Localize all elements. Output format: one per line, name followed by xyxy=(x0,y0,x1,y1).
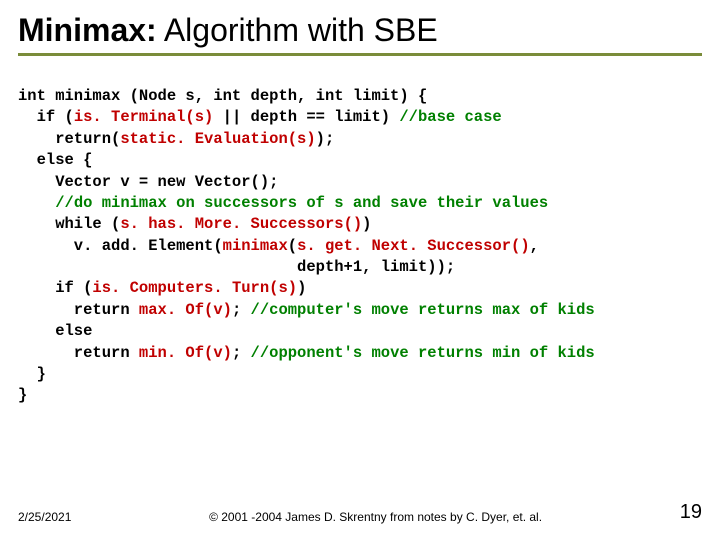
footer-copyright: © 2001 -2004 James D. Skrentny from note… xyxy=(71,510,679,524)
code-token: return xyxy=(18,344,139,362)
code-line: else { xyxy=(18,151,92,169)
slide-title: Minimax: Algorithm with SBE xyxy=(18,12,702,49)
title-bold: Minimax: xyxy=(18,12,157,48)
code-line: int minimax (Node s, int depth, int limi… xyxy=(18,87,427,105)
code-token: min. Of(v) xyxy=(139,344,232,362)
code-token: s. has. More. Successors() xyxy=(120,215,362,233)
code-block: int minimax (Node s, int depth, int limi… xyxy=(18,86,702,407)
code-token: is. Terminal(s) xyxy=(74,108,214,126)
code-token: ; xyxy=(232,344,251,362)
code-token: ; xyxy=(232,301,251,319)
slide: Minimax: Algorithm with SBE int minimax … xyxy=(0,0,720,540)
code-comment: //base case xyxy=(399,108,501,126)
footer-page-number: 19 xyxy=(680,501,702,524)
code-token: if ( xyxy=(18,279,92,297)
code-token: ) xyxy=(297,279,306,297)
code-token: s. get. Next. Successor() xyxy=(297,237,530,255)
code-line: } xyxy=(18,365,46,383)
code-token: ); xyxy=(316,130,335,148)
code-token: is. Computers. Turn(s) xyxy=(92,279,297,297)
code-token: return xyxy=(18,301,139,319)
code-line: else xyxy=(18,322,92,340)
footer-date: 2/25/2021 xyxy=(18,510,71,524)
code-token: ( xyxy=(288,237,297,255)
code-token: return( xyxy=(18,130,120,148)
code-token: max. Of(v) xyxy=(139,301,232,319)
code-token xyxy=(18,194,55,212)
code-token: v. add. Element( xyxy=(18,237,223,255)
code-line: } xyxy=(18,386,27,404)
code-token: ) xyxy=(362,215,371,233)
code-token: while ( xyxy=(18,215,120,233)
code-token: minimax xyxy=(223,237,288,255)
title-rest: Algorithm with SBE xyxy=(157,12,438,48)
code-line: Vector v = new Vector(); xyxy=(18,173,278,191)
code-comment: //do minimax on successors of s and save… xyxy=(55,194,548,212)
code-token: static. Evaluation(s) xyxy=(120,130,315,148)
code-comment: //computer's move returns max of kids xyxy=(251,301,595,319)
code-line: if ( xyxy=(18,108,74,126)
code-token: , xyxy=(530,237,539,255)
slide-footer: 2/25/2021 © 2001 -2004 James D. Skrentny… xyxy=(0,501,720,524)
code-comment: //opponent's move returns min of kids xyxy=(251,344,595,362)
title-divider xyxy=(18,53,702,56)
code-line: depth+1, limit)); xyxy=(18,258,455,276)
code-token: || depth == limit) xyxy=(213,108,399,126)
